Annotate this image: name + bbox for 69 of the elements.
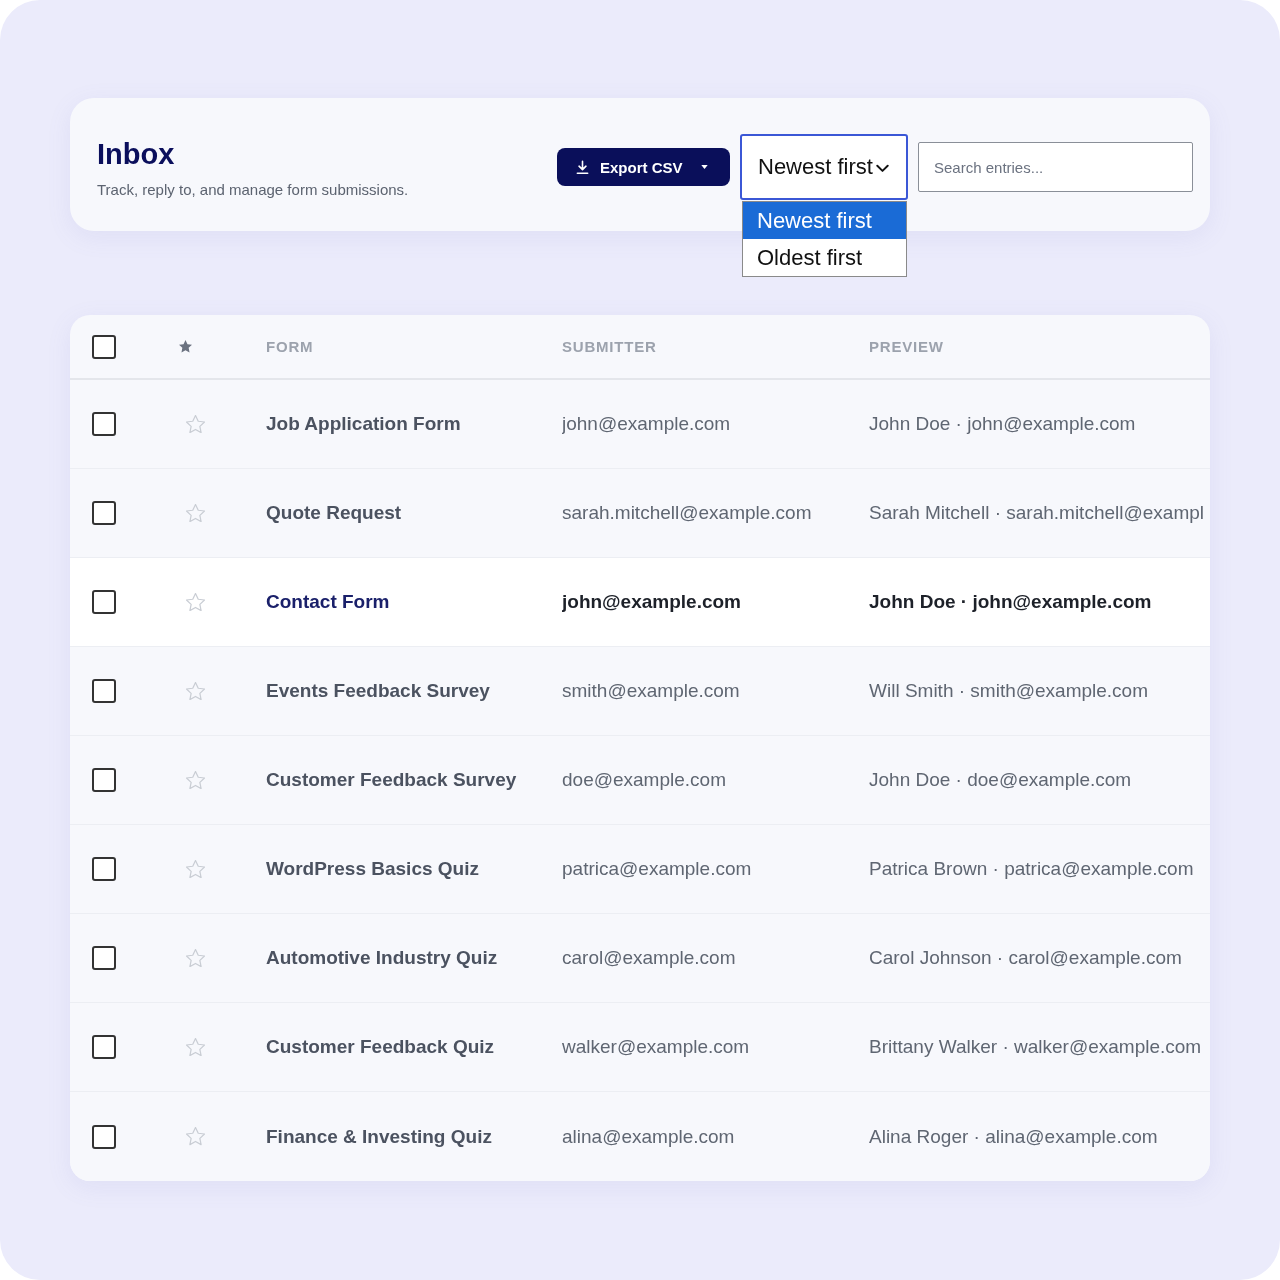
row-checkbox[interactable] — [92, 768, 116, 792]
chevron-down-icon — [875, 164, 889, 173]
submitter-email: sarah.mitchell@example.com — [562, 502, 812, 524]
page-title: Inbox — [97, 136, 176, 171]
form-name: Customer Feedback Survey — [266, 769, 517, 791]
star-icon[interactable] — [186, 948, 205, 968]
table-row[interactable]: Finance & Investing Quiz alina@example.com Alina Roger · alina@example.com — [70, 1092, 1210, 1181]
row-checkbox[interactable] — [92, 857, 116, 881]
table-row[interactable]: Customer Feedback Quiz walker@example.com Brittany Walker · walker@example.com — [70, 1003, 1210, 1092]
submitter-email: alina@example.com — [562, 1125, 735, 1148]
form-name: Automotive Industry Quiz — [266, 947, 498, 969]
star-icon[interactable] — [186, 592, 205, 612]
preview-text: Will Smith · smith@example.com — [869, 680, 1148, 702]
preview-text: John Doe · doe@example.com — [869, 769, 1132, 791]
dropdown-option[interactable]: Newest first — [743, 202, 906, 239]
column-header: SUBMITTER — [562, 338, 657, 355]
export-csv-button[interactable]: Export CSV — [557, 148, 730, 186]
row-checkbox[interactable] — [92, 501, 116, 525]
star-icon[interactable] — [186, 414, 205, 434]
table-row[interactable]: Quote Request sarah.mitchell@example.com Sarah Mitchell · sarah.mitchell@exampl — [70, 469, 1210, 558]
submitter-email: john@example.com — [562, 413, 731, 435]
submitter-email: john@example.com — [562, 591, 741, 613]
row-checkbox[interactable] — [92, 1124, 116, 1149]
table-row[interactable]: Customer Feedback Survey doe@example.com John Doe · doe@example.com — [70, 736, 1210, 825]
caret-icon — [700, 165, 708, 169]
preview-text: Carol Johnson · carol@example.com — [869, 947, 1182, 969]
column-header: PREVIEW — [869, 338, 944, 355]
form-name: Finance & Investing Quiz — [266, 1125, 492, 1148]
form-name: Customer Feedback Quiz — [266, 1036, 495, 1058]
submitter-email: doe@example.com — [562, 769, 726, 791]
row-checkbox[interactable] — [92, 946, 116, 970]
preview-text: John Doe · john@example.com — [869, 591, 1152, 613]
form-name: Contact Form — [266, 591, 390, 613]
submitter-email: patrica@example.com — [562, 858, 752, 880]
star-icon[interactable] — [186, 859, 205, 879]
star-icon[interactable] — [186, 1037, 205, 1057]
submitter-email: carol@example.com — [562, 947, 736, 969]
star-icon — [179, 340, 192, 353]
star-icon[interactable] — [186, 770, 205, 790]
page-subtitle: Track, reply to, and manage form submissions. — [97, 180, 409, 199]
form-name: Job Application Form — [266, 413, 461, 435]
download-icon — [575, 159, 590, 175]
form-name: Events Feedback Survey — [266, 680, 490, 702]
submitter-email: smith@example.com — [562, 680, 740, 702]
star-icon[interactable] — [186, 681, 205, 701]
table-row[interactable]: Automotive Industry Quiz carol@example.com Carol Johnson · carol@example.com — [70, 914, 1210, 1003]
table-row[interactable]: WordPress Basics Quiz patrica@example.com Patrica Brown · patrica@example.com — [70, 825, 1210, 914]
preview-text: Sarah Mitchell · sarah.mitchell@exampl — [869, 502, 1204, 524]
form-name: Quote Request — [266, 502, 402, 524]
table-row[interactable]: Job Application Form john@example.com John Doe · john@example.com — [70, 380, 1210, 469]
row-checkbox[interactable] — [92, 590, 116, 614]
submitter-email: walker@example.com — [562, 1036, 750, 1058]
select-all-checkbox[interactable] — [92, 334, 116, 359]
form-name: WordPress Basics Quiz — [266, 858, 479, 880]
star-icon[interactable] — [186, 1127, 205, 1146]
preview-text: Brittany Walker · walker@example.com — [869, 1036, 1202, 1058]
row-checkbox[interactable] — [92, 412, 116, 436]
preview-text: Patrica Brown · patrica@example.com — [869, 858, 1194, 880]
table-row[interactable]: Contact Form john@example.com John Doe · john@example.com — [70, 558, 1210, 647]
preview-text: John Doe · john@example.com — [869, 413, 1136, 435]
search-field[interactable]: Search entries... — [918, 142, 1193, 192]
star-icon[interactable] — [186, 503, 205, 523]
preview-text: Alina Roger · alina@example.com — [869, 1125, 1158, 1148]
sort-select[interactable]: Newest first — [740, 134, 908, 200]
dropdown-option[interactable]: Oldest first — [743, 239, 906, 276]
table-row[interactable]: Events Feedback Survey smith@example.com Will Smith · smith@example.com — [70, 647, 1210, 736]
row-checkbox[interactable] — [92, 1035, 116, 1059]
row-checkbox[interactable] — [92, 679, 116, 703]
column-header: FORM — [266, 338, 314, 355]
